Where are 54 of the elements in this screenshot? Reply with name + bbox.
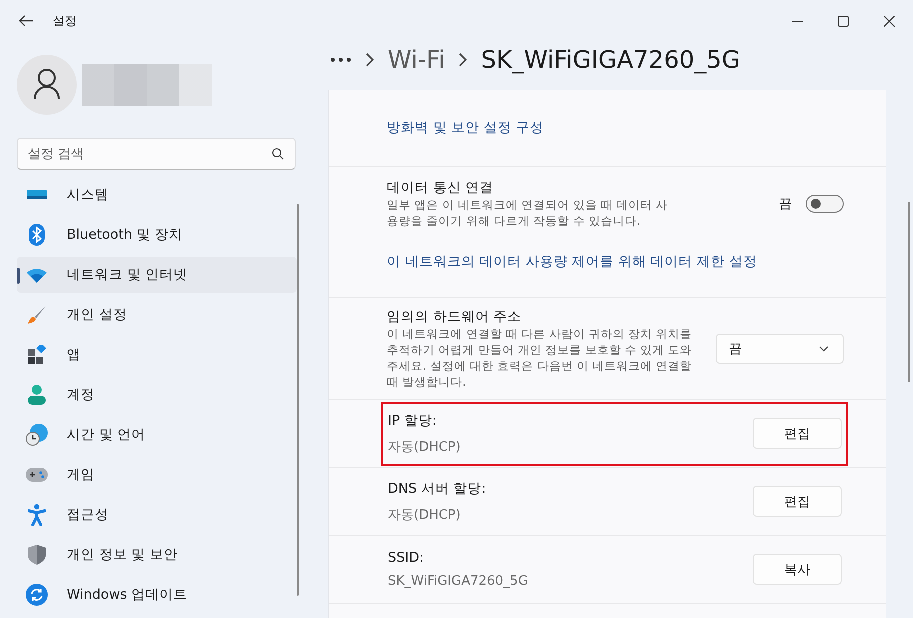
setting-description: 일부 앱은 이 네트워크에 연결되어 있을 때 데이터 사용량을 줄이기 위해 다르게 작동할 수 있습니다. — [387, 197, 670, 229]
setting-value: 자동(DHCP) — [388, 438, 461, 456]
action-button[interactable]: 편집 — [753, 486, 842, 517]
monitor-icon — [27, 190, 47, 200]
setting-value: 자동(DHCP) — [388, 506, 462, 524]
wifi-icon — [26, 267, 48, 283]
toggle-switch[interactable] — [806, 195, 844, 213]
minimize-icon[interactable] — [792, 20, 803, 22]
back-arrow-icon[interactable] — [19, 15, 33, 27]
search-icon — [272, 148, 284, 160]
nav-item[interactable]: 네트워크 및 인터넷 — [17, 257, 297, 293]
dropdown[interactable]: 끔 — [716, 334, 844, 364]
gamepad-icon — [26, 468, 48, 482]
chevron-right-icon — [366, 52, 374, 66]
close-icon[interactable] — [884, 16, 895, 26]
chevron-down-icon — [819, 346, 829, 352]
nav-item[interactable]: 시간 및 언어 — [17, 417, 297, 453]
nav-item[interactable]: 개인 설정 — [17, 297, 297, 333]
setting-value: SK_WiFiGIGA7260_5G — [388, 574, 528, 589]
paintbrush-icon — [27, 305, 47, 325]
nav-item[interactable]: Windows 업데이트 — [17, 577, 297, 613]
nav-item[interactable]: 게임 — [17, 457, 297, 493]
settings-link[interactable]: 방화벽 및 보안 설정 구성 — [387, 119, 544, 137]
shield-icon — [28, 545, 46, 565]
breadcrumb-link[interactable]: Wi-Fi — [388, 46, 446, 74]
accessibility-icon — [28, 504, 46, 526]
action-button[interactable]: 편집 — [753, 418, 842, 449]
action-button[interactable]: 복사 — [753, 554, 842, 585]
globe-clock-icon — [26, 424, 48, 446]
setting-title: 임의의 하드웨어 주소 — [387, 308, 523, 326]
settings-link[interactable]: 이 네트워크의 데이터 사용량 제어를 위해 데이터 제한 설정 — [387, 253, 844, 271]
nav-item[interactable]: 접근성 — [17, 497, 297, 533]
search-field[interactable]: 설정 검색 — [17, 138, 296, 170]
window-title: 설정 — [53, 12, 77, 30]
setting-title: SSID: — [388, 550, 426, 566]
nav-item[interactable]: 계정 — [17, 377, 297, 413]
toggle-state-label: 끔 — [779, 196, 792, 213]
nav-item[interactable]: Bluetooth 및 장치 — [17, 217, 297, 253]
setting-title: 데이터 통신 연결 — [387, 179, 495, 197]
nav-item[interactable]: 시스템 — [17, 177, 297, 213]
maximize-icon[interactable] — [838, 16, 849, 26]
sync-icon — [26, 584, 48, 606]
more-icon[interactable] — [330, 56, 352, 62]
apps-icon — [27, 345, 47, 365]
setting-title: DNS 서버 할당: — [388, 480, 486, 498]
bluetooth-icon — [29, 224, 45, 246]
nav-item[interactable]: 개인 정보 및 보안 — [17, 537, 297, 573]
avatar-icon — [17, 55, 77, 115]
setting-description: 이 네트워크에 연결할 때 다른 사람이 귀하의 장치 위치를 추적하기 어렵게 만들어 개인 정보를 보호할 수 있게 도와주세요. 설정에 대한 효력은 다음번 이 네트워크에 연결할 때 발생합니다. — [387, 326, 694, 390]
nav-item[interactable]: 앱 — [17, 337, 297, 373]
page-title: SK_WiFiGIGA7260_5G — [481, 46, 740, 74]
person-icon — [28, 385, 46, 405]
setting-title: IP 할당: — [388, 412, 438, 430]
chevron-right-icon — [459, 52, 468, 66]
